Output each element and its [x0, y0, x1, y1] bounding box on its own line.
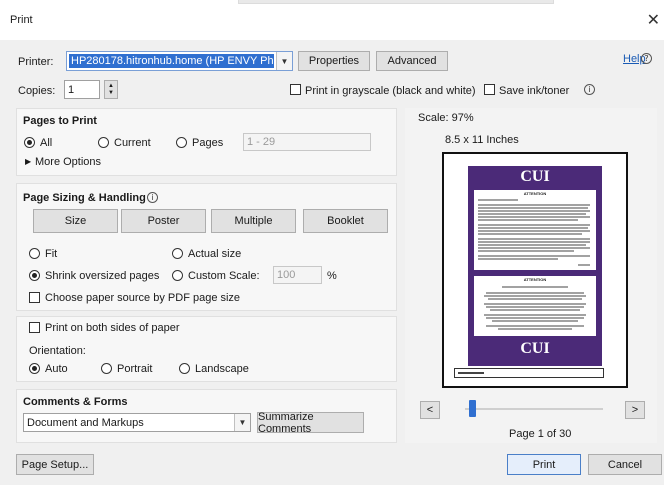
custom-scale-input[interactable]: 100 [273, 266, 322, 284]
stepper-up-icon[interactable]: ▲ [108, 83, 114, 90]
fine-print-lines-top [478, 199, 590, 266]
actual-size-radio[interactable] [172, 248, 183, 259]
portrait-label: Portrait [117, 363, 153, 375]
shrink-radio[interactable] [29, 270, 40, 281]
properties-button[interactable]: Properties [298, 51, 370, 71]
footer-box [454, 368, 604, 378]
pages-label: Pages [192, 137, 224, 149]
orientation-panel: Print on both sides of paper Orientation… [16, 316, 397, 382]
prev-page-button[interactable]: < [420, 401, 440, 419]
comments-select[interactable]: Document and Markups ▼ [23, 413, 251, 432]
auto-label: Auto [45, 363, 68, 375]
poster-tab[interactable]: Poster [121, 209, 206, 233]
chevron-right-icon: > [631, 404, 639, 416]
paper-source-label: Choose paper source by PDF page size [45, 292, 241, 304]
pages-to-print-title: Pages to Print [23, 115, 97, 127]
page-slider-track[interactable] [465, 408, 603, 410]
shrink-label: Shrink oversized pages [45, 270, 160, 282]
attention-heading-bottom: ATTENTION [523, 277, 547, 282]
both-sides-label: Print on both sides of paper [45, 322, 180, 334]
title-bar: Print ✕ [0, 0, 664, 40]
page-counter: Page 1 of 30 [509, 428, 572, 440]
cui-cover: CUI ATTENTION ATTENTION CUI [468, 166, 602, 366]
scale-label: Scale: 97% [418, 112, 474, 124]
landscape-radio[interactable] [179, 363, 190, 374]
page-sizing-panel: Page Sizing & Handling i Size Poster Mul… [16, 183, 397, 311]
help-info-icon[interactable]: ? [641, 53, 652, 64]
grayscale-label: Print in grayscale (black and white) [305, 85, 476, 97]
grayscale-checkbox[interactable] [290, 84, 301, 95]
next-page-button[interactable]: > [625, 401, 645, 419]
cui-top-heading: CUI [520, 168, 550, 185]
landscape-label: Landscape [195, 363, 249, 375]
attention-box-bottom: ATTENTION [474, 276, 596, 336]
copies-input[interactable]: 1 [64, 80, 100, 99]
cancel-button[interactable]: Cancel [588, 454, 662, 475]
both-sides-checkbox[interactable] [29, 322, 40, 333]
save-ink-label: Save ink/toner [499, 85, 570, 97]
page-setup-button[interactable]: Page Setup... [16, 454, 94, 475]
copies-label: Copies: [18, 85, 56, 97]
footer-text-line [458, 372, 484, 374]
all-label: All [40, 137, 53, 149]
printer-select-value: HP280178.hitronhub.home (HP ENVY Photo [69, 54, 274, 68]
save-ink-info-icon[interactable]: i [584, 84, 595, 95]
copies-stepper[interactable]: ▲ ▼ [104, 80, 118, 99]
comments-select-value: Document and Markups [27, 416, 144, 429]
advanced-button[interactable]: Advanced [376, 51, 448, 71]
orientation-label: Orientation: [29, 345, 86, 357]
chevron-down-icon: ▼ [234, 414, 250, 431]
save-ink-checkbox[interactable] [484, 84, 495, 95]
close-icon[interactable]: ✕ [647, 10, 660, 30]
printer-select[interactable]: HP280178.hitronhub.home (HP ENVY Photo ▼ [66, 51, 293, 71]
page-sizing-info-icon[interactable]: i [147, 192, 158, 203]
attention-box-top: ATTENTION [474, 190, 596, 270]
page-preview: CUI ATTENTION ATTENTION CUI [442, 152, 628, 388]
page-sizing-title: Page Sizing & Handling [23, 192, 146, 204]
comments-title: Comments & Forms [23, 396, 128, 408]
actual-size-label: Actual size [188, 248, 242, 260]
fine-print-lines-bottom [484, 286, 586, 330]
page-slider-thumb[interactable] [468, 400, 476, 417]
chevron-left-icon: < [426, 404, 434, 416]
paper-size-label: 8.5 x 11 Inches [445, 134, 519, 146]
summarize-comments-button[interactable]: Summarize Comments [257, 411, 364, 435]
title-bar-overlay [238, 0, 554, 4]
printer-label: Printer: [18, 56, 54, 68]
stepper-down-icon[interactable]: ▼ [108, 90, 114, 97]
current-radio[interactable] [98, 137, 109, 148]
more-options-link[interactable]: More Options [35, 156, 101, 168]
auto-radio[interactable] [29, 363, 40, 374]
custom-scale-label: Custom Scale: [188, 270, 260, 282]
fit-label: Fit [45, 248, 58, 260]
print-button[interactable]: Print [507, 454, 581, 475]
pages-radio[interactable] [176, 137, 187, 148]
current-label: Current [114, 137, 151, 149]
attention-heading-top: ATTENTION [523, 191, 547, 196]
window-title: Print [10, 14, 33, 26]
fit-radio[interactable] [29, 248, 40, 259]
pages-range-input[interactable]: 1 - 29 [243, 133, 371, 151]
pages-to-print-panel: Pages to Print All Current Pages 1 - 29 … [16, 108, 397, 176]
paper-source-checkbox[interactable] [29, 292, 40, 303]
all-radio[interactable] [24, 137, 35, 148]
expand-triangle-icon[interactable]: ▶ [25, 157, 31, 166]
cui-bottom-heading: CUI [520, 340, 550, 357]
chevron-down-icon: ▼ [276, 52, 292, 70]
comments-panel: Comments & Forms Document and Markups ▼ … [16, 389, 397, 443]
size-tab[interactable]: Size [33, 209, 118, 233]
portrait-radio[interactable] [101, 363, 112, 374]
multiple-tab[interactable]: Multiple [211, 209, 296, 233]
preview-panel: Scale: 97% 8.5 x 11 Inches CUI ATTENTION [405, 108, 657, 443]
custom-scale-radio[interactable] [172, 270, 183, 281]
booklet-tab[interactable]: Booklet [303, 209, 388, 233]
percent-label: % [327, 270, 337, 282]
